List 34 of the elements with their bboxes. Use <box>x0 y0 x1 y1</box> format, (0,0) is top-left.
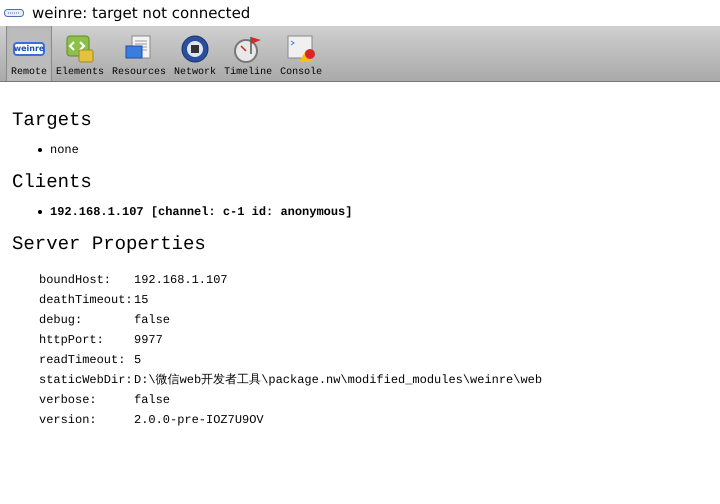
bullet-icon <box>38 148 42 152</box>
property-value: 9977 <box>134 332 163 349</box>
property-name: httpPort: <box>39 332 105 349</box>
property-name: version: <box>39 412 98 429</box>
stopwatch-flag-icon <box>233 34 264 64</box>
section-heading: Server Properties <box>12 232 207 256</box>
list-item: 192.168.1.107 [channel: c-1 id: anonymous] <box>50 204 352 220</box>
property-value: false <box>134 392 170 409</box>
property-name: boundHost: <box>39 272 112 289</box>
property-name: readTimeout: <box>39 352 126 369</box>
property-name: staticWebDir: <box>39 372 134 389</box>
property-value: 192.168.1.107 <box>134 272 228 289</box>
property-value: D:\微信web开发者工具\package.nw\modified_modules\weinre\web <box>134 372 542 389</box>
globe-plug-icon <box>180 34 210 64</box>
toolbar-tab[interactable]: Resources <box>108 26 170 81</box>
toolbar-tab[interactable]: Network <box>170 26 220 81</box>
code-brackets-icon <box>65 34 96 64</box>
property-value: false <box>134 312 170 329</box>
property-name: verbose: <box>39 392 98 409</box>
window-icon <box>4 9 24 17</box>
section-heading: Clients <box>12 170 93 194</box>
toolbar-tab[interactable]: Elements <box>52 26 108 81</box>
property-name: deathTimeout: <box>39 292 134 309</box>
property-value: 5 <box>134 352 142 369</box>
property-name: debug: <box>39 312 84 329</box>
list-item: none <box>50 142 79 158</box>
toolbar-tab[interactable]: Console <box>276 26 326 81</box>
window-title: weinre: target not connected <box>32 2 250 24</box>
bullet-icon <box>38 210 42 214</box>
property-value: 2.0.0-pre-IOZ7U9OV <box>134 412 264 429</box>
section-heading: Targets <box>12 108 93 132</box>
console-warning-icon <box>286 34 316 64</box>
toolbar-tab[interactable]: Timeline <box>220 26 276 81</box>
property-value: 15 <box>134 292 148 309</box>
